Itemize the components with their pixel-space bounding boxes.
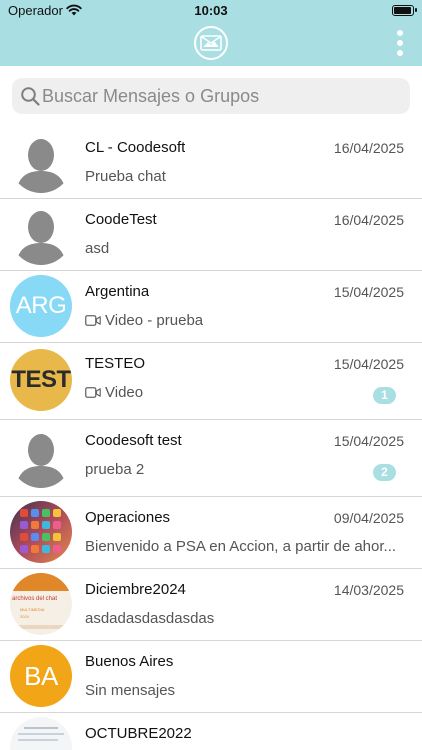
avatar-photo: archivos del chat MULTIMEDIA 2024 <box>10 573 72 635</box>
app-header <box>0 22 422 66</box>
chat-date: 09/04/2025 <box>333 510 404 526</box>
chat-name: Buenos Aires <box>85 653 174 670</box>
chat-preview: asdadasdasdasdas <box>85 610 214 627</box>
chat-row[interactable]: CoodeTest 16/04/2025 asd <box>0 199 422 271</box>
status-bar: Operador 10:03 <box>0 0 422 22</box>
chat-row[interactable]: TEST TESTEO 15/04/2025 Video 1 <box>0 343 422 420</box>
chat-date: 15/04/2025 <box>333 356 404 372</box>
svg-text:MULTIMEDIA: MULTIMEDIA <box>20 607 45 612</box>
chat-preview-text: prueba 2 <box>85 461 145 478</box>
chat-row[interactable]: archivos del chat MULTIMEDIA 2024 Diciembre… <box>0 569 422 641</box>
chat-date: 15/04/2025 <box>333 284 404 300</box>
chat-preview-text: Prueba chat <box>85 168 166 185</box>
chat-preview: prueba 2 <box>85 461 144 478</box>
chat-name: CoodeTest <box>85 211 157 228</box>
chat-preview: asd <box>85 240 109 257</box>
chat-name: Argentina <box>85 283 150 300</box>
chat-preview: Bienvenido a PSA en Accion, a partir de … <box>85 538 396 555</box>
unread-badge: 1 <box>373 387 396 404</box>
avatar-photo <box>10 501 72 563</box>
chat-preview: Video <box>85 384 143 401</box>
clock: 10:03 <box>194 3 228 18</box>
chat-date: 16/04/2025 <box>333 212 404 228</box>
avatar: ARG <box>10 275 72 337</box>
chat-name: TESTEO <box>85 355 146 372</box>
video-icon <box>85 315 101 326</box>
search-icon <box>21 87 40 106</box>
chat-name: Coodesoft test <box>85 432 182 449</box>
chat-date: 15/04/2025 <box>333 433 404 449</box>
chat-row[interactable]: ARG Argentina 15/04/2025 Video - prueba <box>0 271 422 343</box>
chat-date: 16/04/2025 <box>333 140 404 156</box>
unread-badge: 2 <box>373 464 396 481</box>
chat-date: 14/03/2025 <box>333 582 404 598</box>
avatar: TEST <box>10 349 72 411</box>
chat-name: Operaciones <box>85 509 171 526</box>
chat-name: CL - Coodesoft <box>85 139 186 156</box>
chat-preview-text: Sin mensajes <box>85 682 176 699</box>
chat-name: Diciembre2024 <box>85 581 186 598</box>
chat-preview-text: Bienvenido a PSA en Accion, a partir de … <box>85 538 397 555</box>
default-person-avatar-icon <box>10 203 72 265</box>
chat-preview-text: asdadasdasdasdas <box>85 610 215 627</box>
chat-preview: Prueba chat <box>85 168 166 185</box>
chat-name: OCTUBRE2022 <box>85 725 192 742</box>
chat-row[interactable]: CL - Coodesoft 16/04/2025 Prueba chat <box>0 127 422 199</box>
svg-text:archivos del chat: archivos del chat <box>12 596 57 602</box>
chat-preview-text: Video - prueba <box>105 312 204 329</box>
default-person-avatar-icon <box>10 131 72 193</box>
chat-row[interactable]: BA Buenos Aires Sin mensajes <box>0 641 422 713</box>
chat-row[interactable]: OCTUBRE2022 <box>0 713 422 750</box>
video-icon <box>85 387 101 398</box>
chat-list[interactable]: CL - Coodesoft 16/04/2025 Prueba chat Coode… <box>0 127 422 750</box>
avatar: BA <box>10 645 72 707</box>
chat-row[interactable]: Coodesoft test 15/04/2025 prueba 2 2 <box>0 420 422 497</box>
avatar-photo <box>10 717 72 750</box>
chat-preview-text: asd <box>85 240 110 257</box>
avatar-initials: TEST <box>11 366 71 393</box>
image-mail-logo-icon <box>194 26 228 60</box>
avatar-initials: BA <box>24 660 58 691</box>
default-person-avatar-icon <box>10 426 72 488</box>
battery-icon <box>392 5 417 16</box>
chat-preview: Sin mensajes <box>85 682 175 699</box>
search-bar[interactable] <box>12 78 410 114</box>
chat-preview: Video - prueba <box>85 312 203 329</box>
svg-text:2024: 2024 <box>20 614 30 619</box>
avatar-initials: ARG <box>15 292 67 319</box>
chat-row[interactable]: Operaciones 09/04/2025 Bienvenido a PSA en… <box>0 497 422 569</box>
chat-preview-text: Video <box>105 384 144 401</box>
search-input[interactable] <box>42 78 402 114</box>
more-vertical-icon[interactable] <box>396 30 404 56</box>
